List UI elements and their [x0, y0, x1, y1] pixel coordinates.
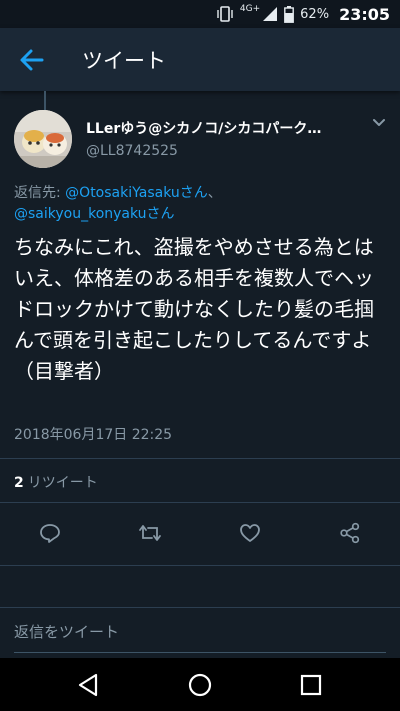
heart-icon [240, 524, 260, 542]
reply-tweet-input[interactable]: 返信をツイート [14, 621, 119, 642]
vibrate-icon [217, 6, 233, 22]
author-handle[interactable]: @LL8742525 [86, 143, 178, 159]
share-icon [340, 522, 360, 544]
nav-recents-icon[interactable] [298, 672, 324, 698]
arrow-left-icon[interactable] [18, 46, 46, 74]
like-button[interactable] [232, 515, 268, 551]
tweet-action-bar [0, 515, 400, 551]
network-type: 4G+ [239, 4, 261, 14]
signal-icon [263, 7, 278, 21]
tweet-text: ちなみにこれ、盗撮をやめさせる為とはいえ、体格差のある相手を複数人でヘッドロック… [14, 235, 374, 383]
android-nav-bar [0, 658, 400, 711]
retweet-button[interactable] [132, 515, 168, 551]
author-name[interactable]: LLerゆう@シカノコ/シカコパーク… [86, 118, 358, 138]
retweet-count-label: リツイート [27, 475, 98, 491]
composer-top-border [0, 607, 400, 608]
retweet-icon [139, 525, 161, 541]
avatar[interactable] [14, 110, 72, 168]
avatar-image [14, 110, 72, 168]
divider [0, 458, 400, 459]
reply-to-prefix: 返信先: [14, 185, 66, 201]
divider [0, 502, 400, 503]
share-button[interactable] [332, 515, 368, 551]
app-bar: ツイート [0, 28, 400, 91]
status-bar: 4G+ 62% 23:05 [0, 0, 400, 28]
reply-icon [40, 524, 60, 543]
chevron-down-icon[interactable] [372, 118, 386, 128]
battery-percent: 62% [300, 6, 330, 22]
reply-to-line: 返信先: @OtosakiYasakuさん、 @saikyou_konyakuさん [14, 183, 386, 225]
composer-underline [14, 652, 386, 653]
reply-separator: 、 [207, 185, 222, 201]
tweet-timestamp: 2018年06月17日 22:25 [14, 427, 173, 443]
status-bar-right: 4G+ 62% 23:05 [216, 4, 390, 24]
clock: 23:05 [339, 4, 390, 24]
page-title: ツイート [82, 49, 166, 73]
nav-home-icon[interactable] [187, 672, 213, 698]
reply-mention-link[interactable]: @OtosakiYasakuさん [65, 185, 208, 201]
battery-icon [284, 5, 295, 23]
reply-mention-link[interactable]: @saikyou_konyakuさん [14, 206, 175, 222]
retweet-count[interactable]: 2 リツイート [14, 472, 98, 492]
reply-button[interactable] [32, 515, 68, 551]
retweet-count-number: 2 [14, 475, 24, 491]
nav-back-icon[interactable] [76, 672, 102, 698]
divider [0, 565, 400, 566]
